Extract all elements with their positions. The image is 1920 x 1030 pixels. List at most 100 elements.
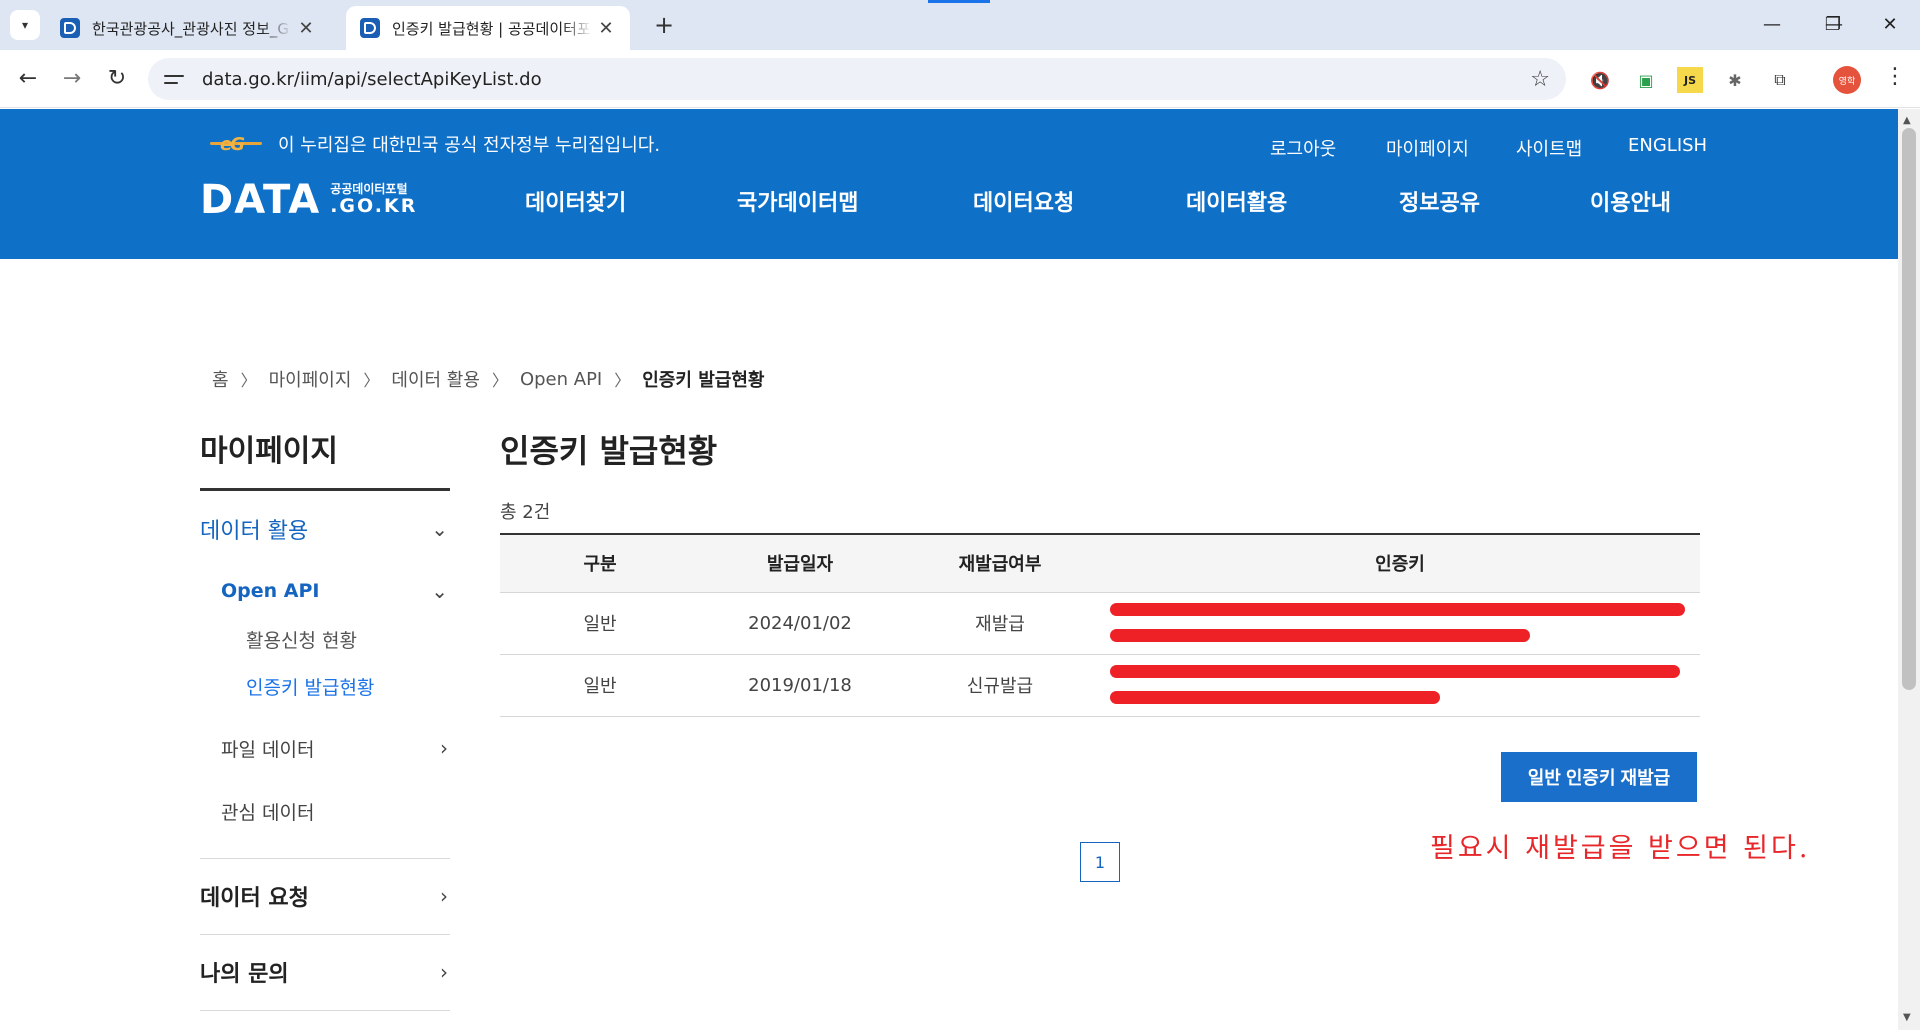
breadcrumb-mypage[interactable]: 마이페이지 — [269, 366, 352, 392]
table-row: 일반 2024/01/02 재발급 — [500, 592, 1700, 654]
window-restore-icon[interactable]: ❐ — [1813, 10, 1853, 40]
table-row: 일반 2019/01/18 신규발급 — [500, 654, 1700, 716]
logout-link[interactable]: 로그아웃 — [1270, 135, 1336, 161]
table-header-row: 구분 발급일자 재발급여부 인증키 — [500, 534, 1700, 592]
mic-off-icon[interactable]: 🔇 — [1587, 67, 1613, 93]
back-arrow-icon[interactable]: ← — [12, 63, 44, 95]
sidebar-item-open-api[interactable]: Open API ⌄ — [221, 578, 450, 604]
gov-emblem-icon: eG — [210, 134, 262, 155]
profile-avatar[interactable]: 영학 — [1833, 66, 1861, 94]
sidebar-title: 마이페이지 — [200, 434, 338, 469]
screen-icon[interactable]: ▣ — [1633, 67, 1659, 93]
window-minimize-icon[interactable]: — — [1752, 10, 1792, 40]
redaction-mark — [1110, 664, 1680, 678]
chevron-right-icon: › — [440, 736, 448, 760]
gov-official-banner[interactable]: eG 이 누리집은 대한민국 공식 전자정부 누리집입니다. — [210, 131, 660, 157]
gnb-data-use[interactable]: 데이터활용 — [1186, 185, 1287, 217]
address-bar[interactable]: data.go.kr/iim/api/selectApiKeyList.do ☆ — [148, 58, 1566, 100]
sidebar-item-usage-requests[interactable]: 활용신청 현황 — [246, 626, 357, 653]
date-cell: 2024/01/02 — [748, 612, 852, 634]
browser-tab-bar: ▾ 한국관광공사_관광사진 정보_G ✕ 인증키 발급현황 | 공공데이터포 ✕… — [0, 0, 1920, 50]
sidebar-item-data-request[interactable]: 데이터 요청 › — [200, 881, 450, 911]
handwritten-annotation: 필요시 재발급을 받으면 된다. — [1430, 833, 1811, 864]
sidebar-divider — [200, 858, 450, 859]
gnb-national-data-map[interactable]: 국가데이터맵 — [737, 185, 858, 217]
js-icon[interactable]: JS — [1677, 67, 1703, 93]
bug-icon[interactable]: ✱ — [1722, 67, 1748, 93]
tab-title: 인증키 발급현황 | 공공데이터포 — [392, 19, 591, 38]
reissue-key-button[interactable]: 일반 인증키 재발급 — [1501, 752, 1697, 802]
sidebar-divider — [200, 934, 450, 935]
page-title: 인증키 발급현황 — [500, 432, 718, 470]
column-header: 인증키 — [1375, 554, 1425, 576]
chevron-right-icon: 〉 — [240, 371, 257, 390]
type-cell: 일반 — [583, 614, 617, 635]
scroll-down-icon[interactable]: ▼ — [1903, 1012, 1911, 1023]
close-tab-icon[interactable]: ✕ — [296, 18, 316, 39]
browser-tab-active[interactable]: 인증키 발급현황 | 공공데이터포 ✕ — [346, 6, 630, 50]
breadcrumb-home[interactable]: 홈 — [212, 366, 229, 392]
data-go-kr-favicon-icon — [60, 18, 80, 38]
url-text[interactable]: data.go.kr/iim/api/selectApiKeyList.do — [202, 69, 542, 90]
sidebar-item-label: 파일 데이터 — [221, 738, 315, 761]
sidebar-item-file-data[interactable]: 파일 데이터 › — [221, 735, 450, 761]
reissue-cell: 재발급 — [975, 614, 1025, 635]
sidebar-item-label: 데이터 활용 — [200, 519, 309, 544]
bookmark-star-icon[interactable]: ☆ — [1530, 67, 1550, 92]
chevron-right-icon: 〉 — [491, 371, 508, 390]
chevron-right-icon: 〉 — [614, 371, 631, 390]
sidebar-item-label: 관심 데이터 — [221, 801, 315, 824]
gnb-info-share[interactable]: 정보공유 — [1399, 185, 1480, 217]
redaction-mark — [1110, 690, 1440, 704]
logo-main-text: DATA — [200, 177, 321, 223]
type-cell: 일반 — [583, 676, 617, 697]
sidebar-item-label: 나의 문의 — [200, 962, 289, 987]
column-header: 구분 — [583, 554, 617, 576]
chevron-down-icon: ⌄ — [431, 579, 448, 603]
scroll-up-icon[interactable]: ▲ — [1903, 115, 1911, 126]
chevron-right-icon: › — [440, 884, 448, 908]
sidebar-item-data-use[interactable]: 데이터 활용 ⌄ — [200, 514, 450, 544]
window-close-icon[interactable]: ✕ — [1870, 10, 1910, 40]
tab-strip-accent — [928, 0, 990, 3]
sidebar-item-my-inquiry[interactable]: 나의 문의 › — [200, 957, 450, 987]
site-info-icon[interactable] — [164, 68, 186, 90]
column-header: 재발급여부 — [958, 554, 1042, 576]
tab-title: 한국관광공사_관광사진 정보_G — [92, 19, 289, 38]
gnb-guide[interactable]: 이용안내 — [1590, 185, 1671, 217]
new-tab-plus-icon[interactable]: + — [650, 11, 678, 39]
scrollbar-thumb[interactable] — [1902, 128, 1916, 690]
chevron-right-icon: › — [440, 960, 448, 984]
browser-menu-icon[interactable]: ⋮ — [1884, 64, 1906, 89]
browser-tab[interactable]: 한국관광공사_관광사진 정보_G ✕ — [46, 6, 330, 50]
date-cell: 2019/01/18 — [748, 674, 852, 696]
data-go-kr-favicon-icon — [360, 18, 380, 38]
reload-icon[interactable]: ↻ — [101, 63, 133, 95]
gnb-data-request[interactable]: 데이터요청 — [973, 185, 1074, 217]
sidebar-item-label: 데이터 요청 — [200, 886, 309, 911]
breadcrumb-data-use[interactable]: 데이터 활용 — [391, 366, 480, 392]
puzzle-icon[interactable]: ⧉ — [1767, 67, 1793, 93]
chevron-right-icon: 〉 — [363, 371, 380, 390]
api-key-cell[interactable] — [1100, 592, 1700, 654]
sidebar-item-key-status[interactable]: 인증키 발급현황 — [246, 673, 374, 700]
browser-toolbar: ← → ↻ data.go.kr/iim/api/selectApiKeyLis… — [0, 50, 1920, 108]
site-logo[interactable]: DATA 공공데이터포털 .GO.KR — [200, 177, 417, 223]
pagination-page-1[interactable]: 1 — [1080, 842, 1120, 882]
sidebar-divider — [200, 488, 450, 491]
close-tab-icon[interactable]: ✕ — [596, 18, 616, 39]
api-key-cell[interactable] — [1100, 654, 1700, 716]
sidebar-item-interest-data[interactable]: 관심 데이터 — [221, 798, 450, 824]
total-count: 총 2건 — [500, 502, 551, 523]
sitemap-link[interactable]: 사이트맵 — [1516, 135, 1582, 161]
gnb-data-search[interactable]: 데이터찾기 — [525, 185, 626, 217]
tab-search-button[interactable]: ▾ — [10, 10, 40, 40]
chevron-down-icon: ⌄ — [431, 517, 448, 541]
gov-notice-text: 이 누리집은 대한민국 공식 전자정부 누리집입니다. — [278, 135, 661, 156]
breadcrumb-open-api[interactable]: Open API — [520, 369, 602, 390]
sidebar-item-label: Open API — [221, 580, 320, 602]
mypage-link[interactable]: 마이페이지 — [1386, 135, 1469, 161]
forward-arrow-icon[interactable]: → — [56, 63, 88, 95]
sidebar-divider — [200, 1010, 450, 1011]
english-link[interactable]: ENGLISH — [1628, 135, 1707, 156]
